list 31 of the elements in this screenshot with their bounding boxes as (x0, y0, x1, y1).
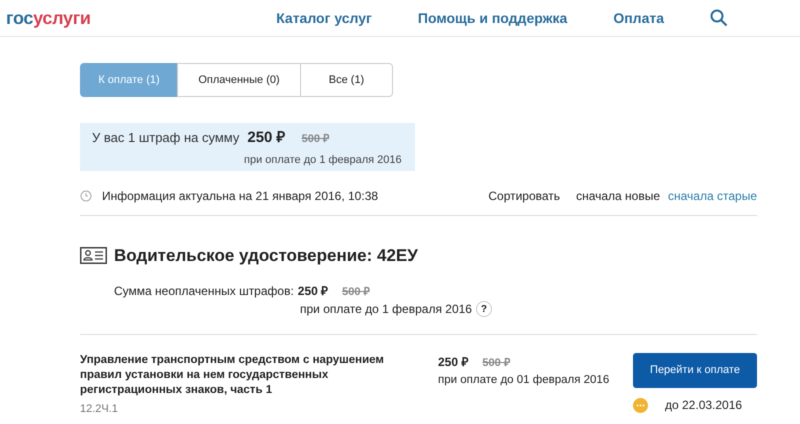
summary-text: У вас 1 штраф на сумму (92, 129, 240, 147)
clock-icon (80, 190, 92, 202)
fine-title: Управление транспортным средством с нарушением правил установки на нем государственных регистрационных знаков, часть 1 (80, 353, 385, 398)
unpaid-amount: 250 ₽ (298, 282, 328, 300)
nav-link[interactable]: Помощь и поддержка (418, 8, 568, 28)
pay-button[interactable]: Перейти к оплате (633, 353, 757, 388)
pending-icon (633, 398, 648, 412)
due-date: до 22.03.2016 (665, 397, 742, 414)
article-code: 12.2Ч.1 (80, 402, 119, 417)
sort-option[interactable]: сначала старые (668, 187, 757, 205)
tab[interactable]: Все (1) (300, 63, 393, 97)
nav-link[interactable]: Каталог услуг (276, 8, 372, 28)
nav-link[interactable]: Оплата (613, 8, 664, 28)
summary-amount: 250 ₽ (247, 128, 286, 148)
sort-option[interactable]: сначала новые (576, 187, 660, 205)
fine-amount: 250 ₽ (438, 354, 468, 371)
tab[interactable]: Оплаченные (0) (177, 63, 301, 97)
summary-deadline: при оплате до 1 февраля 2016 (244, 154, 402, 166)
unpaid-old-amount: 500 ₽ (342, 284, 370, 300)
fine-deadline: при оплате до 01 февраля 2016 (438, 372, 610, 388)
document-title: Водительское удостоверение: 42ЕУ (114, 245, 418, 267)
search-icon[interactable] (710, 9, 728, 27)
help-button[interactable]: ? (476, 301, 492, 317)
logo[interactable]: госуслуги (6, 4, 91, 32)
unpaid-deadline: при оплате до 1 февраля 2016 (300, 301, 472, 318)
fine-old-amount: 500 ₽ (482, 356, 510, 371)
info-timestamp: Информация актуальна на 21 января 2016, 10:38 (102, 188, 378, 205)
sort-label: Сортировать (488, 188, 560, 205)
unpaid-sum-label: Сумма неоплаченных штрафов: (114, 282, 294, 300)
summary-old-amount: 500 ₽ (302, 132, 329, 147)
id-card-icon (80, 247, 107, 264)
